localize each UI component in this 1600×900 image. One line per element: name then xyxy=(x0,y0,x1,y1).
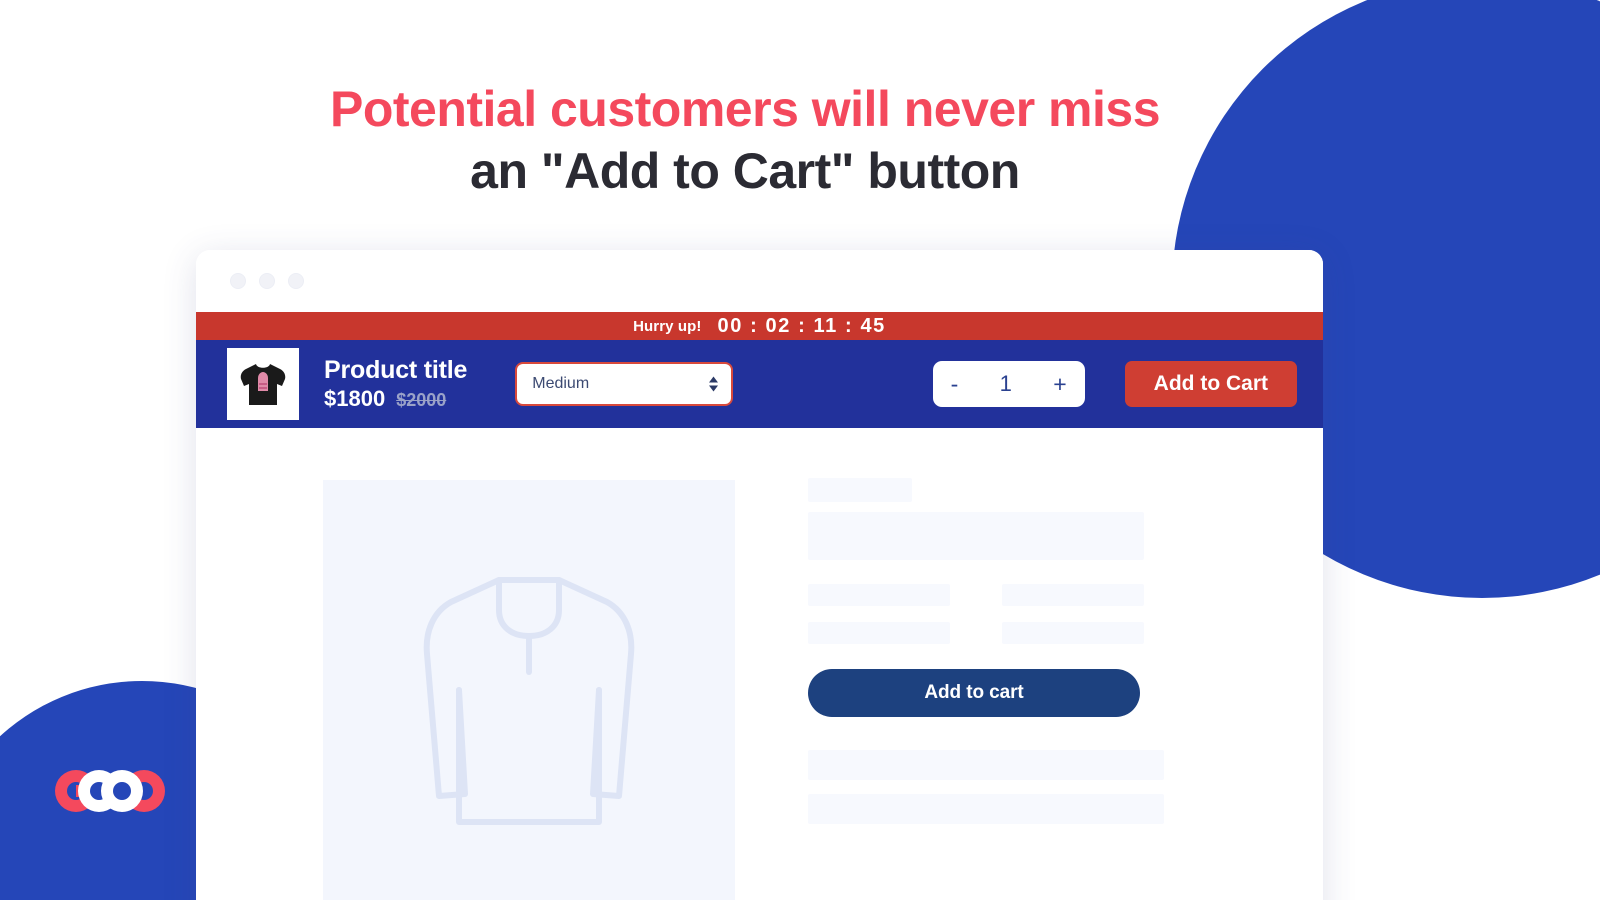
promo-banner: Potential customers will never miss an "… xyxy=(0,0,1600,900)
countdown-timer: 00 : 02 : 11 : 45 xyxy=(717,314,886,337)
countdown-bar: Hurry up! 00 : 02 : 11 : 45 xyxy=(196,312,1323,340)
browser-titlebar xyxy=(196,250,1323,312)
product-price: $1800 xyxy=(324,386,386,412)
logo xyxy=(50,768,170,814)
skeleton-line xyxy=(1002,584,1144,606)
minimize-dot-icon[interactable] xyxy=(259,273,275,289)
maximize-dot-icon[interactable] xyxy=(288,273,304,289)
product-compare-at-price: $2000 xyxy=(396,390,447,411)
quantity-increase-button[interactable]: + xyxy=(1053,372,1066,396)
sticky-add-to-cart-button[interactable]: Add to Cart xyxy=(1124,361,1297,407)
browser-window-mockup: Add to cart Hurry up! 00 : 02 : 11 : 45 xyxy=(196,250,1323,900)
skeleton-line xyxy=(808,794,1164,824)
product-title: Product title xyxy=(324,355,468,384)
product-meta: Product title $1800 $2000 xyxy=(324,356,467,413)
variant-select[interactable]: Medium xyxy=(515,362,734,406)
close-dot-icon[interactable] xyxy=(230,273,246,289)
long-sleeve-shirt-icon xyxy=(423,577,635,825)
headline-line-1: Potential customers will never miss xyxy=(329,81,1161,137)
product-prices: $1800 $2000 xyxy=(324,386,467,412)
skeleton-line xyxy=(808,750,1164,780)
headline: Potential customers will never miss an "… xyxy=(0,78,1490,202)
hurry-up-label: Hurry up! xyxy=(633,317,702,335)
black-tshirt-icon xyxy=(232,353,294,415)
skeleton-line xyxy=(808,622,950,644)
variant-select-value: Medium xyxy=(532,375,590,392)
skeleton-line xyxy=(808,478,912,502)
page-add-to-cart-button[interactable]: Add to cart xyxy=(808,669,1140,717)
quantity-stepper[interactable]: - 1 + xyxy=(932,361,1085,407)
headline-line-2: an "Add to Cart" button xyxy=(470,143,1020,199)
gooo-logo-icon xyxy=(55,770,165,812)
product-thumbnail[interactable] xyxy=(227,348,299,420)
sticky-add-to-cart-bar: Hurry up! 00 : 02 : 11 : 45 Product titl… xyxy=(196,312,1323,428)
skeleton-line xyxy=(1002,622,1144,644)
skeleton-line xyxy=(808,584,950,606)
quantity-value[interactable]: 1 xyxy=(1000,371,1012,397)
sticky-bar-main-row: Product title $1800 $2000 Medium - 1 + A… xyxy=(196,340,1323,428)
chevron-up-down-icon xyxy=(709,376,719,392)
quantity-decrease-button[interactable]: - xyxy=(951,372,959,396)
skeleton-line xyxy=(808,512,1144,560)
product-image-panel xyxy=(323,480,735,900)
